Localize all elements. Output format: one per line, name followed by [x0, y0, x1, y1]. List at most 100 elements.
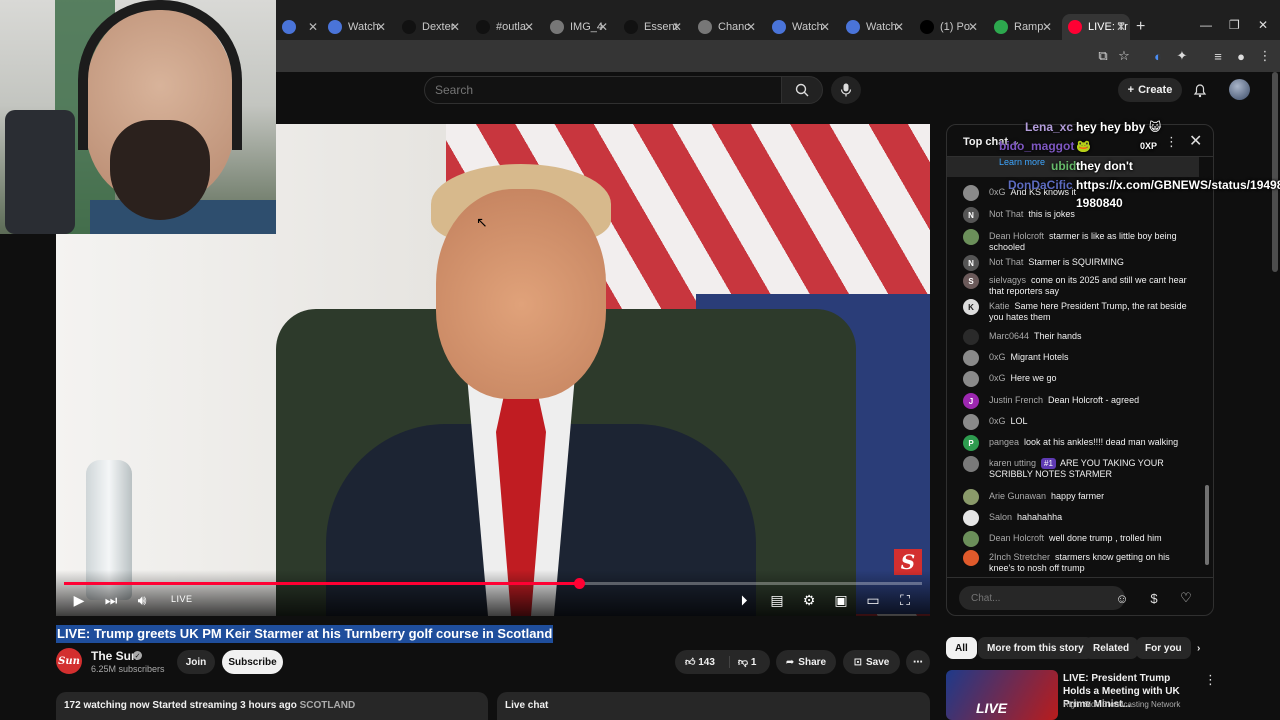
chat-author-avatar[interactable] — [963, 489, 979, 505]
browser-tab[interactable]: Watch ✕ — [840, 14, 908, 40]
chat-author-avatar[interactable] — [963, 329, 979, 345]
live-indicator[interactable]: LIVE — [171, 594, 193, 604]
maximize-button[interactable]: ❐ — [1229, 18, 1240, 32]
chat-message[interactable]: 2Inch Stretcher starmers know getting on … — [963, 550, 1197, 574]
filter-chip[interactable]: All — [946, 637, 977, 659]
chat-message[interactable]: karen utting #1 ARE YOU TAKING YOUR SCRIBB… — [963, 456, 1197, 480]
settings-gear-icon[interactable]: ⚙ — [800, 591, 818, 609]
super-chat-icon[interactable]: $ — [1145, 589, 1163, 607]
chat-author-name[interactable]: 0xG — [989, 416, 1006, 426]
extension-translate-icon[interactable]: ◐ — [1150, 48, 1166, 64]
chat-author-name[interactable]: 2Inch Stretcher — [989, 552, 1050, 562]
tab-close-icon[interactable]: ✕ — [524, 20, 534, 34]
chat-message[interactable]: N Not That Starmer is SQUIRMING — [963, 255, 1197, 271]
bookmark-star-icon[interactable]: ☆ — [1116, 48, 1132, 64]
chat-author-avatar[interactable] — [963, 550, 979, 566]
live-chat-replay-box[interactable]: Live chat — [497, 692, 930, 720]
search-input[interactable] — [425, 77, 781, 103]
chat-message[interactable]: J Justin French Dean Holcroft - agreed — [963, 393, 1197, 409]
related-more-icon[interactable]: ⋮ — [1204, 672, 1217, 688]
subscribe-button[interactable]: Subscribe — [222, 650, 283, 674]
join-button[interactable]: Join — [177, 650, 215, 674]
chat-author-name[interactable]: Arie Gunawan — [989, 491, 1046, 501]
emoji-icon[interactable]: ☺ — [1113, 589, 1131, 607]
media-control-icon[interactable]: ≡ — [1210, 48, 1226, 64]
more-actions-button[interactable]: ⋯ — [906, 650, 930, 674]
related-video-thumbnail[interactable]: LIVE — [946, 670, 1058, 720]
chat-message[interactable]: Dean Holcroft well done trump , trolled h… — [963, 531, 1197, 547]
close-window-button[interactable]: ✕ — [1258, 18, 1268, 32]
browser-tab[interactable]: Dexter ✕ — [396, 14, 464, 40]
related-video-channel[interactable]: Right Side Broadcasting Network — [1063, 700, 1180, 709]
browser-tab[interactable]: Ramp ✕ — [988, 14, 1056, 40]
next-icon[interactable]: ⏭ — [102, 591, 120, 609]
tab-close-icon[interactable]: ✕ — [308, 20, 318, 34]
chat-author-name[interactable]: Justin French — [989, 395, 1043, 405]
chat-message[interactable]: 0xG LOL — [963, 414, 1197, 430]
chat-author-avatar[interactable]: N — [963, 255, 979, 271]
chat-author-name[interactable]: Not That — [989, 257, 1023, 267]
browser-tab[interactable]: #outla ✕ — [470, 14, 538, 40]
extensions-icon[interactable]: ✦ — [1174, 48, 1190, 64]
filter-chip[interactable]: For you — [1136, 637, 1191, 659]
chat-author-avatar[interactable] — [963, 510, 979, 526]
filter-chip[interactable]: More from this story — [978, 637, 1093, 659]
chat-author-name[interactable]: Dean Holcroft — [989, 231, 1044, 241]
tab-close-icon[interactable]: ✕ — [672, 20, 682, 34]
tab-close-icon[interactable]: ✕ — [598, 20, 608, 34]
chat-author-name[interactable]: Marc0644 — [989, 331, 1029, 341]
tab-close-icon[interactable]: ✕ — [746, 20, 756, 34]
filter-chip[interactable]: Related — [1084, 637, 1139, 659]
chat-author-name[interactable]: Katie — [989, 301, 1010, 311]
save-button[interactable]: ⊡ Save — [843, 650, 900, 674]
chat-message[interactable]: Dean Holcroft starmer is like as little b… — [963, 229, 1197, 253]
autoplay-toggle-icon[interactable]: ⏵ — [733, 591, 755, 609]
chat-author-name[interactable]: 0xG — [989, 352, 1006, 362]
chat-author-avatar[interactable] — [963, 185, 979, 201]
fullscreen-icon[interactable]: ⛶ — [896, 591, 914, 609]
chat-author-avatar[interactable] — [963, 350, 979, 366]
chat-author-avatar[interactable]: K — [963, 299, 979, 315]
search-button[interactable] — [781, 76, 823, 104]
browser-tab[interactable]: Essent ✕ — [618, 14, 686, 40]
tab-close-icon[interactable]: ✕ — [1042, 20, 1052, 34]
chat-author-name[interactable]: pangea — [989, 437, 1019, 447]
chat-message[interactable]: Ssielvagys come on its 2025 and still we … — [963, 273, 1197, 297]
browser-tab[interactable]: LIVE: Tr ✕ — [1062, 14, 1130, 40]
voice-search-button[interactable] — [831, 76, 861, 104]
volume-icon[interactable]: 🔊︎ — [133, 591, 151, 609]
tab-close-icon[interactable]: ✕ — [968, 20, 978, 34]
tab-close-icon[interactable]: ✕ — [894, 20, 904, 34]
profile-icon[interactable]: ● — [1233, 48, 1249, 64]
chat-scrollbar[interactable] — [1205, 485, 1209, 565]
chat-message[interactable]: K Katie Same here President Trump, the rat… — [963, 299, 1197, 323]
chat-author-avatar[interactable] — [963, 414, 979, 430]
dislike-button[interactable]: 👎︎ 1 — [728, 656, 756, 668]
play-icon[interactable]: ▶ — [70, 591, 88, 609]
chat-author-avatar[interactable]: J — [963, 393, 979, 409]
chat-message[interactable]: 0xG Here we go — [963, 371, 1197, 387]
chat-author-avatar[interactable]: S — [963, 273, 979, 289]
channel-avatar[interactable]: Sun — [56, 648, 82, 674]
chat-message[interactable]: 0xG Migrant Hotels — [963, 350, 1197, 366]
browser-tab[interactable]: Watch ✕ — [766, 14, 834, 40]
browser-tab[interactable]: (1) Po ✕ — [914, 14, 982, 40]
chat-author-avatar[interactable]: N — [963, 207, 979, 223]
chat-author-avatar[interactable] — [963, 456, 979, 472]
chat-author-avatar[interactable] — [963, 229, 979, 245]
chat-message[interactable]: Arie Gunawan happy farmer — [963, 489, 1197, 505]
miniplayer-icon[interactable]: ▣ — [832, 591, 850, 609]
theater-mode-icon[interactable]: ▭ — [864, 591, 882, 609]
create-button[interactable]: + Create — [1118, 78, 1182, 102]
tab-close-icon[interactable]: ✕ — [376, 20, 386, 34]
chat-author-name[interactable]: Dean Holcroft — [989, 533, 1044, 543]
minimize-button[interactable]: — — [1200, 18, 1212, 32]
progress-bar[interactable] — [64, 578, 922, 589]
description-box[interactable]: 172 watching now Started streaming 3 hou… — [56, 692, 488, 720]
channel-name[interactable]: The Sun — [91, 649, 138, 663]
chat-author-name[interactable]: sielvagys — [989, 275, 1026, 285]
tab-close-icon[interactable]: ✕ — [820, 20, 830, 34]
tab-close-icon[interactable]: ✕ — [1116, 20, 1126, 34]
browser-tab[interactable]: IMG_4 ✕ — [544, 14, 612, 40]
chat-message[interactable]: Salon hahahahha — [963, 510, 1197, 526]
